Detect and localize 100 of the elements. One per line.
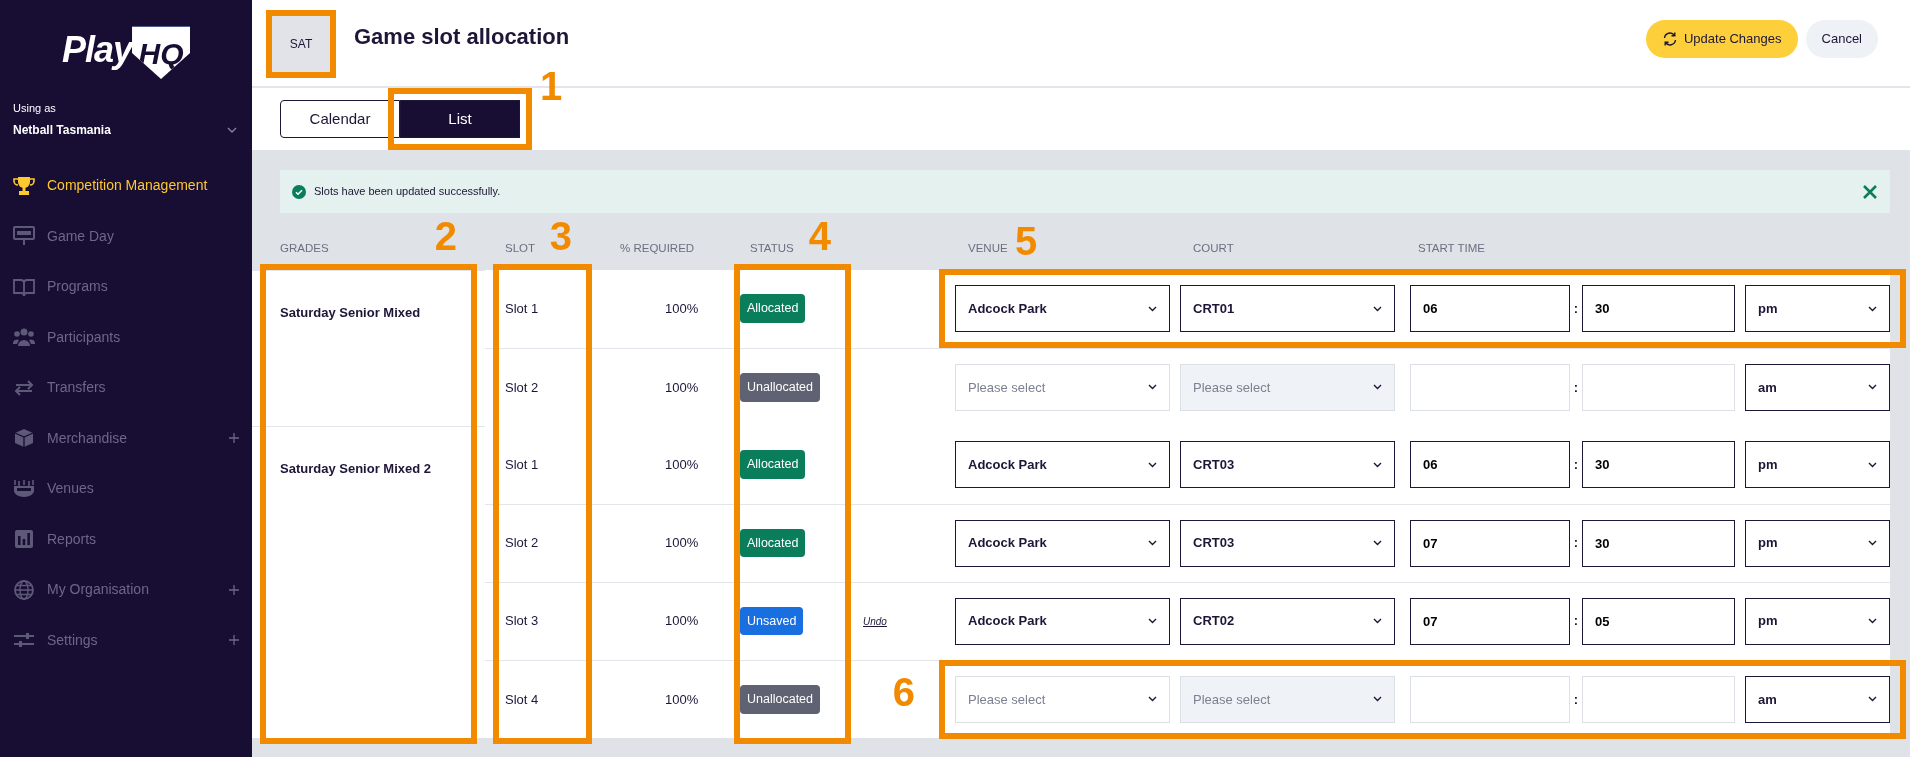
logo-text: Play <box>61 28 133 72</box>
chevron-down-icon <box>1373 384 1382 391</box>
sidebar-item-label: Settings <box>47 630 98 650</box>
sidebar-item[interactable]: Settings <box>0 615 252 666</box>
arrows-icon <box>13 377 35 398</box>
chevron-down-icon <box>1373 305 1382 312</box>
undo-link[interactable]: Undo <box>863 616 887 628</box>
venue-select[interactable]: Adcock Park <box>955 519 1170 567</box>
time-separator: : <box>1573 457 1579 472</box>
column-header: SLOT <box>505 241 536 254</box>
hour-field[interactable]: 06 <box>1410 441 1570 489</box>
chevron-down-icon <box>1148 540 1157 546</box>
slot-label: Slot 4 <box>505 691 539 707</box>
chevron-down-icon <box>1148 305 1157 312</box>
sidebar-item[interactable]: My Organisation <box>0 564 252 615</box>
minute-field[interactable]: 30 <box>1582 519 1735 567</box>
sidebar-item[interactable]: Merchandise <box>0 413 252 464</box>
chevron-down-icon <box>1373 618 1382 624</box>
court-select[interactable]: CRT01 <box>1180 285 1395 333</box>
am-pm-select[interactable]: am <box>1745 675 1890 723</box>
bar-chart-icon <box>13 529 35 550</box>
chevron-down-icon <box>1373 540 1382 546</box>
refresh-icon <box>1661 31 1678 47</box>
am-pm-select[interactable]: pm <box>1745 285 1890 333</box>
close-button[interactable] <box>1862 182 1878 201</box>
cancel-button[interactable]: Cancel <box>1805 20 1878 58</box>
required-percent: 100% <box>665 691 699 707</box>
column-header: COURT <box>1193 241 1234 254</box>
slot-label: Slot 1 <box>505 457 539 472</box>
column-header: STATUS <box>750 241 794 254</box>
sidebar-item-label: Competition Management <box>47 176 208 196</box>
people-icon <box>13 327 35 348</box>
status-badge: Unallocated <box>740 684 820 714</box>
am-pm-select[interactable]: pm <box>1745 441 1890 489</box>
sidebar-item-label: My Organisation <box>47 580 149 600</box>
box-icon <box>13 428 35 449</box>
sidebar-item[interactable]: Game Day <box>0 211 252 262</box>
status-badge: Unsaved <box>740 606 804 636</box>
venue-select[interactable]: Adcock Park <box>955 285 1170 333</box>
callout-number: 5 <box>1015 221 1038 262</box>
view-tab[interactable]: List <box>400 100 520 138</box>
court-select[interactable]: CRT02 <box>1180 597 1395 645</box>
sidebar-item[interactable]: Programs <box>0 261 252 312</box>
venue-select[interactable]: Adcock Park <box>955 597 1170 645</box>
sidebar-item-label: Participants <box>47 327 121 347</box>
minute-field[interactable]: 05 <box>1582 597 1735 645</box>
page-title: Game slot allocation <box>354 23 570 51</box>
chevron-down-icon <box>1868 305 1877 312</box>
chevron-down-icon <box>1148 696 1157 703</box>
chevron-down-icon <box>1373 461 1382 468</box>
status-badge: Unallocated <box>740 372 820 402</box>
hour-field[interactable]: 06 <box>1410 285 1570 333</box>
status-badge: Allocated <box>740 528 806 558</box>
callout-number: 1 <box>540 66 563 106</box>
close-icon <box>1862 184 1878 201</box>
trophy-icon <box>13 175 35 196</box>
organisation-name: Netball Tasmania <box>13 121 111 139</box>
column-header: VENUE <box>968 241 1008 254</box>
required-percent: 100% <box>665 379 699 395</box>
sidebar-item-label: Programs <box>47 277 108 297</box>
court-select[interactable]: CRT03 <box>1180 519 1395 567</box>
am-pm-select[interactable]: pm <box>1745 519 1890 567</box>
sidebar-item[interactable]: Competition Management <box>0 160 252 211</box>
update-changes-button[interactable]: Update Changes <box>1645 20 1798 58</box>
am-pm-select[interactable]: pm <box>1745 597 1890 645</box>
am-pm-select[interactable]: am <box>1745 363 1890 411</box>
hour-field[interactable] <box>1410 363 1570 411</box>
scoreboard-icon <box>13 226 35 247</box>
column-header: % REQUIRED <box>620 241 695 254</box>
minute-field[interactable] <box>1582 363 1735 411</box>
time-separator: : <box>1573 691 1579 707</box>
chevron-down-icon <box>1148 618 1157 624</box>
chevron-down-icon <box>1148 461 1157 468</box>
venue-select[interactable]: Please select <box>955 363 1170 411</box>
hour-field[interactable] <box>1410 675 1570 723</box>
check-circle-icon <box>292 184 306 199</box>
globe-icon <box>13 579 35 600</box>
slot-label: Slot 2 <box>505 535 539 551</box>
sidebar-item-label: Reports <box>47 529 97 549</box>
column-header: GRADES <box>280 241 329 254</box>
court-select[interactable]: CRT03 <box>1180 441 1395 489</box>
minute-field[interactable]: 30 <box>1582 285 1735 333</box>
time-separator: : <box>1573 535 1579 551</box>
chevron-down-icon <box>1868 540 1877 546</box>
sidebar-item-label: Venues <box>47 479 94 499</box>
minute-field[interactable] <box>1582 675 1735 723</box>
hour-field[interactable]: 07 <box>1410 597 1570 645</box>
venue-select[interactable]: Adcock Park <box>955 441 1170 489</box>
hour-field[interactable]: 07 <box>1410 519 1570 567</box>
callout-number: 4 <box>808 216 831 256</box>
sidebar-item-label: Game Day <box>47 226 114 246</box>
chevron-down-icon <box>1373 696 1382 703</box>
chevron-down-icon <box>1868 618 1877 624</box>
chevron-down-icon <box>227 126 237 133</box>
using-as-label: Using as <box>13 101 57 116</box>
view-tab[interactable]: Calendar <box>280 100 400 138</box>
venue-select[interactable]: Please select <box>955 675 1170 723</box>
callout-number: 3 <box>549 216 572 256</box>
minute-field[interactable]: 30 <box>1582 441 1735 489</box>
slot-label: Slot 2 <box>505 379 539 395</box>
